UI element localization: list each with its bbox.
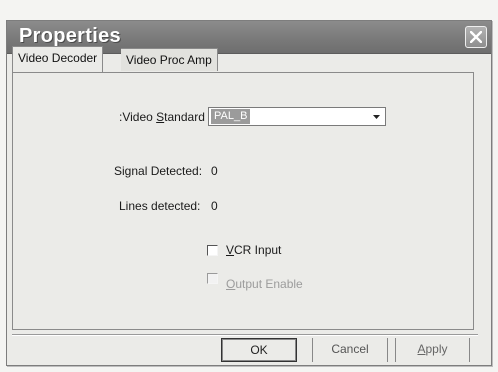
- output-enable-label: Output Enable: [226, 277, 303, 291]
- output-enable-checkbox[interactable]: [207, 273, 218, 284]
- chevron-down-icon[interactable]: [370, 110, 383, 123]
- close-icon: [470, 31, 482, 43]
- tab-video-decoder-label: Video Decoder: [18, 51, 98, 65]
- tab-video-decoder[interactable]: Video Decoder: [12, 46, 104, 72]
- lines-detected-value: 0: [211, 199, 218, 213]
- window-title: Properties: [19, 25, 121, 47]
- close-button[interactable]: [465, 26, 487, 48]
- vcr-input-label[interactable]: VCR Input: [226, 243, 281, 257]
- button-bar-divider: [12, 334, 478, 336]
- lines-detected-label: Lines detected:: [119, 199, 201, 213]
- video-standard-label: :Video Standard: [119, 110, 205, 124]
- tab-video-proc-amp[interactable]: Video Proc Amp: [121, 48, 218, 71]
- vcr-input-checkbox[interactable]: [207, 245, 218, 256]
- signal-detected-label: Signal Detected:: [114, 164, 203, 178]
- ok-button[interactable]: OK: [221, 338, 297, 362]
- cancel-button[interactable]: Cancel: [312, 338, 388, 362]
- tab-video-proc-amp-label: Video Proc Amp: [126, 53, 212, 67]
- video-standard-select[interactable]: PAL_B: [208, 107, 386, 126]
- signal-detected-value: 0: [211, 164, 218, 178]
- apply-button[interactable]: Apply: [395, 338, 470, 362]
- video-standard-selected-value: PAL_B: [211, 109, 251, 124]
